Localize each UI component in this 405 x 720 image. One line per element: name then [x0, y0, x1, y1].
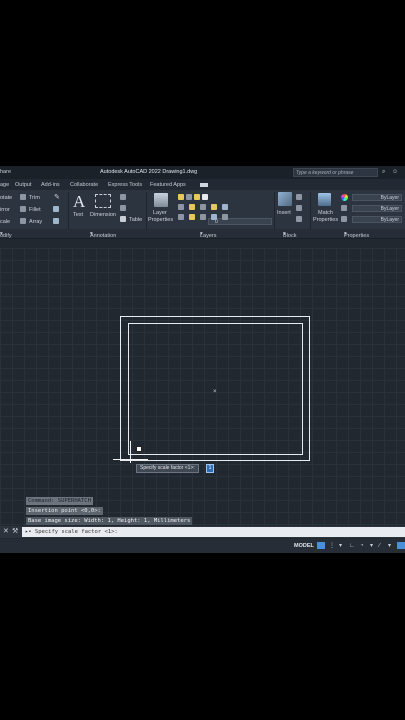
color-wheel-icon[interactable] [341, 194, 348, 201]
polar-dropdown-icon[interactable]: ▾ [370, 543, 376, 549]
dynamic-input-tooltip: Specify scale factor <1>: [136, 464, 199, 473]
layer-lock-icon[interactable] [194, 194, 200, 200]
layer-stack-icon[interactable] [154, 193, 168, 207]
block-panel-footer[interactable]: Block ▾ [283, 231, 296, 239]
layers-panel-footer[interactable]: Layers ▾ [200, 231, 217, 239]
edit-attributes-icon[interactable] [296, 216, 302, 222]
annotation-panel-footer[interactable]: Annotation ▾ [90, 231, 116, 239]
command-history-line: Insertion point <0,0>: [26, 507, 103, 515]
tab-featured-apps[interactable]: Featured Apps [150, 182, 186, 188]
tab-manage[interactable]: age [0, 182, 9, 188]
ortho-icon[interactable]: ∟ [349, 543, 355, 549]
layer-color-icon[interactable] [202, 194, 208, 200]
close-command-icon[interactable]: ✕ [3, 528, 9, 535]
user-icon[interactable]: ☺ [392, 169, 398, 175]
tab-add-ins[interactable]: Add-ins [41, 182, 60, 188]
create-block-icon[interactable] [296, 194, 302, 200]
ribbon-panel-footers: odify ▾ Annotation ▾ Layers ▾ Block ▾ Pr… [0, 229, 405, 239]
layer-tool-3-icon[interactable] [200, 204, 206, 210]
layer-tool-10-icon[interactable] [222, 214, 228, 220]
search-box[interactable] [293, 168, 378, 177]
ribbon-toggle-icon[interactable] [200, 183, 208, 187]
layer-properties-line2[interactable]: Properties [148, 217, 173, 223]
properties-panel-footer[interactable]: Properties ▾ [344, 231, 369, 239]
command-line: ✕ ⚒ ▸• Specify scale factor <1>: [0, 526, 405, 538]
wrench-icon[interactable]: ⚒ [12, 528, 18, 535]
dimension-icon[interactable] [95, 194, 111, 208]
tab-output[interactable]: Output [15, 182, 32, 188]
trim-icon [20, 194, 26, 200]
layer-tool-8-icon[interactable] [200, 214, 206, 220]
layer-tool-1-icon[interactable] [178, 204, 184, 210]
dimension-button[interactable]: Dimension [90, 212, 116, 218]
lineweight-dropdown[interactable]: ByLayer [352, 205, 402, 212]
ribbon-tabs: age Output Add-ins Collaborate Express T… [0, 179, 405, 190]
mirror-button[interactable]: irror [0, 207, 10, 213]
share-label[interactable]: hare [0, 169, 11, 175]
layer-tool-5-icon[interactable] [222, 204, 228, 210]
lineweight-icon[interactable] [341, 205, 347, 211]
isodraft-icon[interactable]: ∕ [379, 543, 385, 549]
command-history-line: Command: SUPERHATCH [26, 497, 93, 505]
edit-block-icon[interactable] [296, 205, 302, 211]
layer-tool-6-icon[interactable] [178, 214, 184, 220]
layer-freeze-icon[interactable] [186, 194, 192, 200]
insert-block-icon[interactable] [278, 192, 292, 206]
table-button[interactable]: Table [129, 217, 142, 223]
leader-icon[interactable] [120, 194, 126, 200]
command-input[interactable]: ▸• Specify scale factor <1>: [22, 527, 405, 537]
fillet-icon [20, 206, 26, 212]
match-properties-line2[interactable]: Properties [313, 217, 338, 223]
explode-icon[interactable] [53, 206, 59, 212]
array-button[interactable]: Array [29, 219, 42, 225]
autocad-window: hare Autodesk AutoCAD 2022 Drawing1.dwg … [0, 166, 405, 553]
model-space-button[interactable]: MODEL [294, 543, 314, 549]
grid-icon[interactable] [317, 542, 325, 549]
match-properties-line1[interactable]: Match [318, 210, 333, 216]
tab-express-tools[interactable]: Express Tools [108, 182, 142, 188]
trim-button[interactable]: Trim [29, 195, 40, 201]
tab-collaborate[interactable]: Collaborate [70, 182, 98, 188]
center-marker-icon: × [213, 389, 217, 395]
table-icon[interactable] [120, 216, 126, 222]
layer-tool-2-icon[interactable] [189, 204, 195, 210]
search-input[interactable] [294, 169, 377, 176]
layer-tool-9-icon[interactable] [211, 214, 217, 220]
object-snap-icon[interactable] [397, 542, 405, 549]
title-bar: hare Autodesk AutoCAD 2022 Drawing1.dwg … [0, 166, 405, 179]
match-properties-icon[interactable] [318, 193, 331, 206]
dynamic-input-value[interactable]: 1 [206, 464, 214, 473]
fillet-button[interactable]: Fillet [29, 207, 41, 213]
modify-panel-footer[interactable]: odify ▾ [0, 231, 12, 239]
pencil-icon[interactable]: ✎ [54, 193, 60, 201]
scale-button[interactable]: cale [0, 219, 10, 225]
layer-on-icon[interactable] [178, 194, 184, 200]
linetype-dropdown[interactable]: ByLayer [352, 216, 402, 223]
insert-button[interactable]: Insert [277, 210, 291, 216]
text-icon[interactable]: A [73, 192, 85, 212]
linetype-icon[interactable] [341, 216, 347, 222]
binoculars-icon[interactable]: ⌕ [382, 169, 388, 175]
window-title: Autodesk AutoCAD 2022 Drawing1.dwg [100, 169, 198, 175]
snap-icon[interactable]: ⋮ [329, 543, 335, 549]
crosshair-horizontal [113, 459, 148, 460]
layer-tool-4-icon[interactable] [211, 204, 217, 210]
markup-icon[interactable] [120, 205, 126, 211]
color-dropdown[interactable]: ByLayer [352, 194, 402, 201]
osnap-icon[interactable]: ▾ [388, 543, 394, 549]
layer-properties-line1[interactable]: Layer [153, 210, 167, 216]
polar-icon[interactable]: ◔ [360, 543, 366, 549]
drawing-canvas[interactable]: × Specify scale factor <1>: 1 Command: S… [0, 248, 405, 538]
rotate-button[interactable]: otate [0, 195, 12, 201]
layer-dropdown[interactable]: 0 [208, 218, 272, 225]
offset-icon[interactable] [53, 218, 59, 224]
array-icon [20, 218, 26, 224]
status-bar: MODEL ⋮ ▾ ∟ ◔ ▾ ∕ ▾ [0, 539, 405, 553]
command-history-line: Base image size: Width: 1, Height: 1, Mi… [26, 517, 193, 525]
pickbox-icon [136, 446, 142, 452]
layer-tool-7-icon[interactable] [189, 214, 195, 220]
text-button[interactable]: Text [73, 212, 83, 218]
snap-dropdown-icon[interactable]: ▾ [339, 543, 345, 549]
